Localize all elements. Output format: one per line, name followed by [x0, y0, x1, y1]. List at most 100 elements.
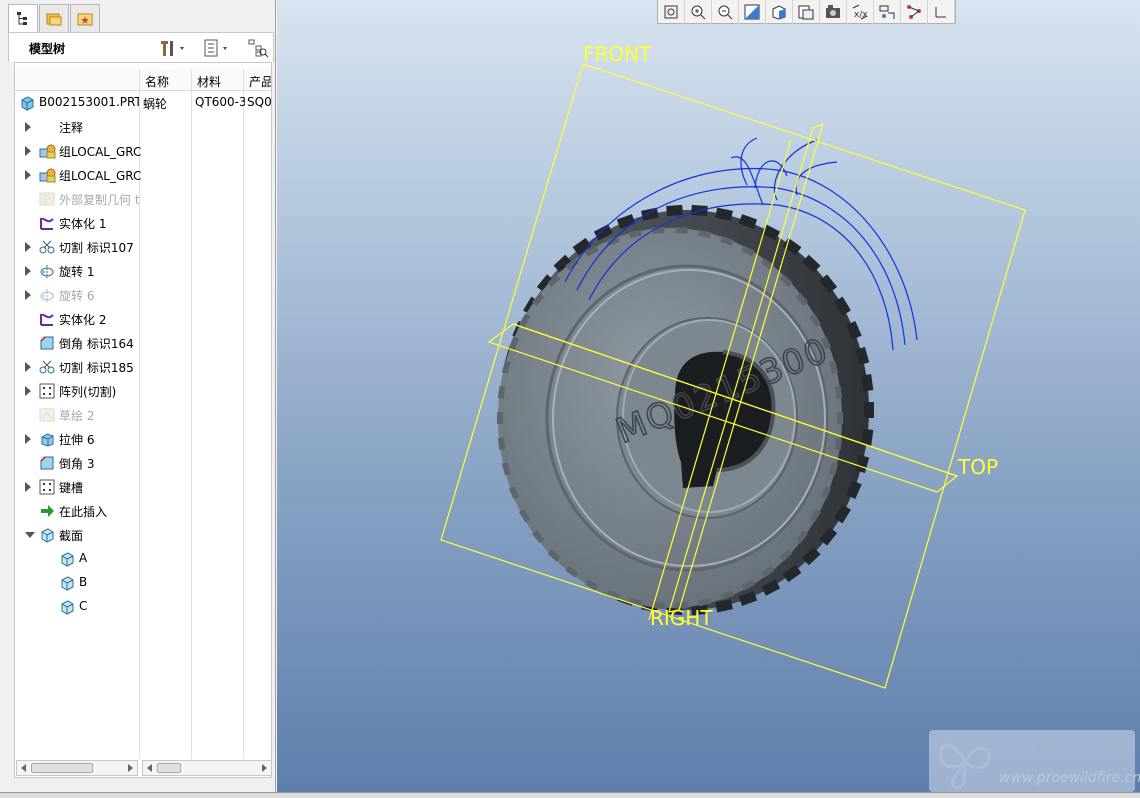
scroll-thumb[interactable]	[31, 763, 93, 773]
expand-arrow-icon[interactable]	[25, 362, 31, 372]
tree-item-label: 外部复制几何 t	[59, 193, 140, 207]
tab-model-tree[interactable]	[8, 4, 38, 33]
model-tree-title: 模型树	[29, 42, 66, 56]
tree-item[interactable]: 在此插入	[15, 499, 271, 523]
tree-item-label: 截面	[59, 529, 84, 543]
expand-arrow-icon[interactable]	[25, 170, 31, 180]
tree-item[interactable]: 倒角 3	[15, 451, 271, 475]
expand-arrow-icon[interactable]	[25, 482, 31, 492]
tree-item-label: 拉伸 6	[59, 433, 95, 447]
filter-button[interactable]	[247, 37, 269, 59]
tree-item[interactable]: 旋转 1	[15, 259, 271, 283]
model-scene[interactable]: MQ0215300	[277, 0, 1140, 792]
datum-label-right[interactable]: RIGHT	[650, 606, 713, 630]
watermark-url: www.proewildfire.cn	[999, 770, 1140, 786]
datum-label-front[interactable]: FRONT	[583, 42, 651, 66]
expand-arrow-icon[interactable]	[25, 290, 31, 300]
view-manager-icon	[826, 5, 840, 18]
tree-item-label: 组LOCAL_GRC	[59, 145, 142, 159]
gear-tooth	[666, 204, 683, 217]
expand-arrow-icon[interactable]	[25, 242, 31, 252]
zoom-fit-icon	[664, 5, 678, 19]
tools-icon	[161, 41, 184, 56]
repaint-button[interactable]	[739, 0, 766, 24]
folder-browser-icon	[46, 13, 62, 25]
expand-arrow-icon[interactable]	[25, 122, 31, 132]
tree-item-label: 注释	[59, 121, 84, 135]
solidify-icon	[39, 311, 55, 327]
tree-item[interactable]: 阵列(切割)	[15, 379, 271, 403]
datum-planes-button[interactable]: x/x	[847, 0, 874, 24]
tree-item[interactable]: B002153001.PRT 蜗轮 QT600-3 SQ0	[15, 91, 271, 115]
collapse-arrow-icon[interactable]	[25, 532, 35, 538]
column-headers: 名称 材料 产品	[15, 69, 271, 91]
tree-item[interactable]: 拉伸 6	[15, 427, 271, 451]
tree-item[interactable]: 草绘 2	[15, 403, 271, 427]
insert-here-icon	[39, 503, 55, 519]
gear-face-notch	[837, 412, 843, 424]
tree-item[interactable]: 键槽	[15, 475, 271, 499]
shading-button[interactable]	[766, 0, 793, 24]
column-header-product[interactable]: 产品	[249, 73, 271, 90]
tree-hscrollbar-right[interactable]	[142, 760, 272, 776]
tree-item[interactable]: 组LOCAL_GRC	[15, 139, 271, 163]
graphics-window[interactable]: MQ0215300 FRONT TOP RIGHT x/x 野火论坛 www.p…	[277, 0, 1140, 792]
tree-item[interactable]: 切割 标识185	[15, 355, 271, 379]
expand-arrow-icon[interactable]	[25, 266, 31, 276]
zoom-in-button[interactable]	[685, 0, 712, 24]
tree-item[interactable]: 倒角 标识164	[15, 331, 271, 355]
worm-gear-part[interactable]: MQ0215300	[497, 204, 874, 616]
tree-item[interactable]: 外部复制几何 t	[15, 187, 271, 211]
expand-arrow-icon[interactable]	[25, 434, 31, 444]
tree-item[interactable]: 实体化 1	[15, 211, 271, 235]
tree-item[interactable]: C	[15, 595, 271, 619]
tree-item[interactable]: B	[15, 571, 271, 595]
tree-item-label: 倒角 3	[59, 457, 95, 471]
tab-folder-browser[interactable]	[39, 4, 69, 32]
tree-item[interactable]: 旋转 6	[15, 283, 271, 307]
tree-item[interactable]: 组LOCAL_GRC	[15, 163, 271, 187]
expand-arrow-icon[interactable]	[25, 146, 31, 156]
tree-item-label: 键槽	[59, 481, 84, 495]
panel-tabs	[8, 4, 101, 33]
csys-button[interactable]	[928, 0, 955, 24]
expand-arrow-icon[interactable]	[25, 386, 31, 396]
tree-item[interactable]: 截面	[15, 523, 271, 547]
tree-item[interactable]: 注释	[15, 115, 271, 139]
saved-views-button[interactable]	[793, 0, 820, 24]
butterfly-logo-icon	[938, 743, 991, 790]
show-dropdown[interactable]	[203, 37, 231, 59]
tree-item[interactable]: A	[15, 547, 271, 571]
revolve-icon	[39, 287, 55, 303]
datum-points-button[interactable]	[901, 0, 928, 24]
settings-dropdown[interactable]	[159, 37, 187, 59]
model-tree-icon	[17, 12, 27, 25]
tree-item-label: 组LOCAL_GRC	[59, 169, 142, 183]
shading-icon	[772, 5, 786, 20]
tree-item-label: 倒角 标识164	[59, 337, 134, 351]
section-icon	[59, 551, 75, 567]
datum-axes-icon	[879, 5, 895, 19]
section-icon	[39, 527, 55, 543]
column-header-name[interactable]: 名称	[145, 73, 169, 90]
scroll-thumb[interactable]	[157, 763, 181, 773]
tree-item-label: B	[79, 575, 88, 589]
datum-planes-icon: x/x	[852, 4, 868, 20]
tree-item[interactable]: 切割 标识107	[15, 235, 271, 259]
model-tree-header: 模型树	[8, 32, 274, 62]
tree-item-label: 实体化 1	[59, 217, 107, 231]
datum-label-top[interactable]: TOP	[958, 455, 998, 479]
zoom-fit-button[interactable]	[658, 0, 685, 24]
tree-item[interactable]: 实体化 2	[15, 307, 271, 331]
view-manager-button[interactable]	[820, 0, 847, 24]
datum-axes-button[interactable]	[874, 0, 901, 24]
column-header-material[interactable]: 材料	[197, 73, 221, 90]
tab-favorites[interactable]	[70, 4, 100, 32]
zoom-out-button[interactable]	[712, 0, 739, 24]
tree-item-label: 切割 标识185	[59, 361, 134, 375]
group-icon	[39, 143, 56, 159]
tree-item-label: 实体化 2	[59, 313, 107, 327]
extrude-icon	[39, 431, 55, 447]
tree-item-label: 切割 标识107	[59, 241, 134, 255]
tree-hscrollbar-left[interactable]	[16, 760, 138, 776]
